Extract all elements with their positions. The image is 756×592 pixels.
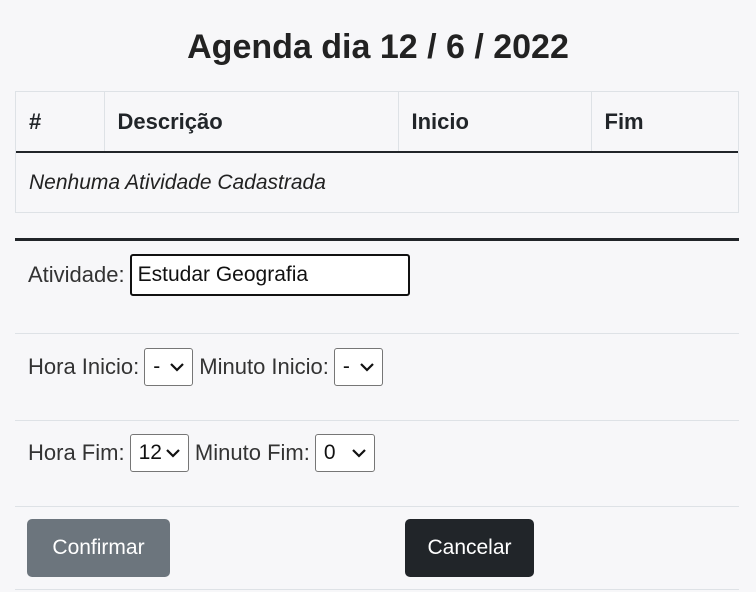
- column-header-end: Fim: [591, 92, 738, 153]
- start-hour-select[interactable]: -: [144, 348, 194, 386]
- end-minute-label: Minuto Fim:: [194, 440, 310, 465]
- confirm-button[interactable]: Confirmar: [27, 519, 170, 577]
- end-hour-value: 12: [138, 441, 162, 464]
- cancel-button[interactable]: Cancelar: [405, 519, 534, 577]
- column-header-description: Descrição: [104, 92, 399, 153]
- page-title: Agenda dia 12 / 6 / 2022: [187, 28, 569, 66]
- chevron-down-icon: [170, 362, 185, 372]
- section-divider: [15, 238, 739, 241]
- start-hour-label: Hora Inicio:: [28, 354, 140, 379]
- start-minute-value: -: [342, 355, 350, 378]
- end-minute-select[interactable]: 0: [314, 434, 375, 472]
- activities-table: # Descrição Inicio Fim Nenhuma Atividade…: [15, 91, 739, 213]
- activity-row: Atividade:: [28, 254, 410, 296]
- start-hour-value: -: [153, 355, 161, 378]
- row-divider: [15, 506, 739, 507]
- activity-label: Atividade:: [28, 262, 125, 287]
- row-divider: [15, 589, 739, 590]
- end-minute-value: 0: [323, 441, 336, 464]
- agenda-page: Agenda dia 12 / 6 / 2022 # Descrição Ini…: [0, 0, 756, 592]
- empty-table-message: Nenhuma Atividade Cadastrada: [29, 171, 326, 194]
- end-hour-label: Hora Fim:: [28, 440, 125, 465]
- table-header-row: # Descrição Inicio Fim: [16, 92, 738, 153]
- row-divider: [15, 420, 739, 421]
- chevron-down-icon: [166, 448, 180, 458]
- start-time-row: Hora Inicio: - Minuto Inicio: -: [28, 348, 389, 386]
- column-header-start: Inicio: [398, 92, 592, 153]
- end-hour-select[interactable]: 12: [129, 434, 189, 472]
- row-divider: [15, 333, 739, 334]
- chevron-down-icon: [351, 448, 366, 458]
- table-row: Nenhuma Atividade Cadastrada: [16, 152, 738, 213]
- start-minute-label: Minuto Inicio:: [199, 354, 329, 379]
- activity-input[interactable]: [129, 254, 410, 296]
- chevron-down-icon: [360, 362, 374, 372]
- end-time-row: Hora Fim: 12 Minuto Fim: 0: [28, 434, 381, 472]
- column-header-number: #: [16, 92, 105, 153]
- start-minute-select[interactable]: -: [333, 348, 383, 386]
